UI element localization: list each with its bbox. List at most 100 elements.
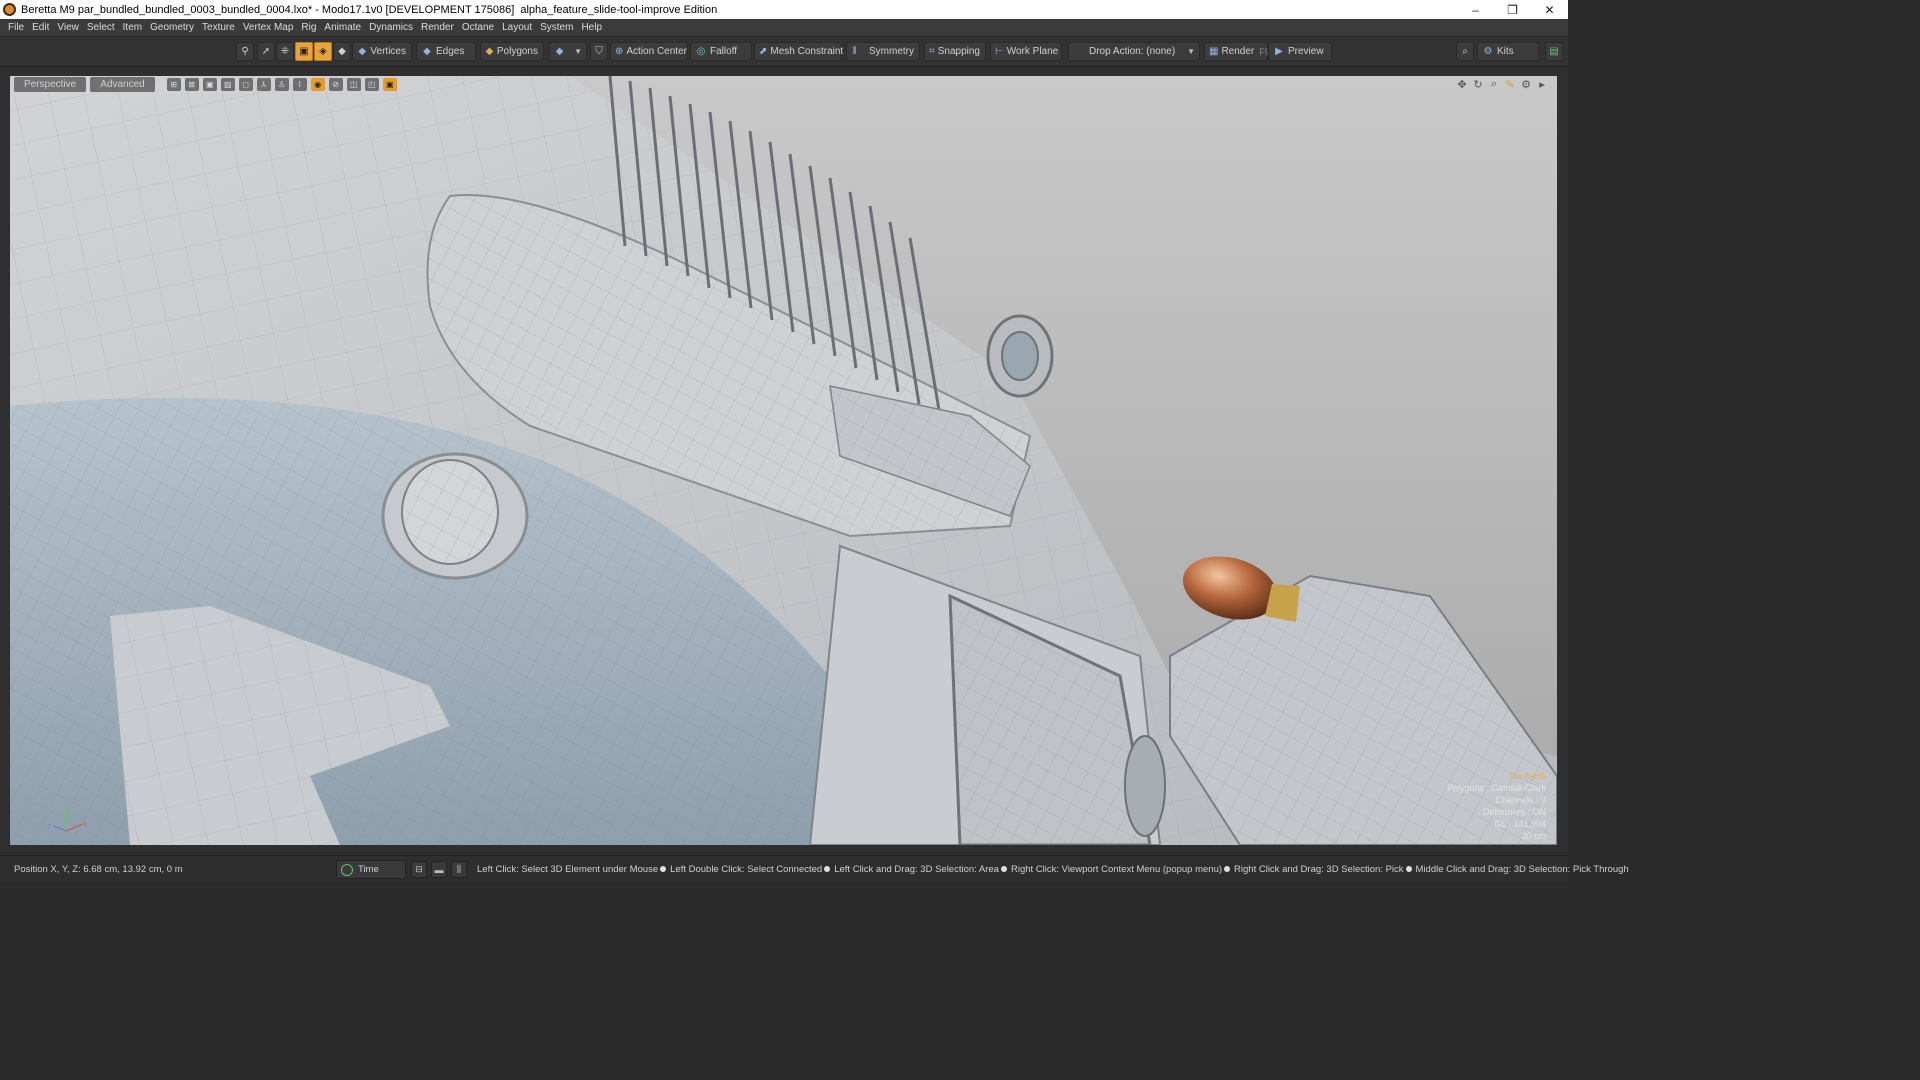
menu-animate[interactable]: Animate (320, 22, 365, 33)
edition-label: alpha_feature_slide-tool-improve Edition (520, 3, 718, 16)
render-overlay-icon[interactable]: ▣ (382, 78, 397, 91)
vertex-icon: ◆ (358, 46, 367, 57)
render-button[interactable]: ▦ Render F9 (1204, 42, 1270, 61)
hatch-icon[interactable]: ▨ (220, 78, 235, 91)
rotate-icon[interactable]: ↻ (1471, 77, 1485, 91)
timeline-icon[interactable]: ⊟ (411, 861, 427, 878)
menu-vertex-map[interactable]: Vertex Map (239, 22, 298, 33)
vertices-button[interactable]: ◆ Vertices (352, 42, 412, 61)
hint-right-drag: Right Click and Drag: 3D Selection: Pick (1234, 864, 1404, 875)
axis-icon[interactable]: ⅄ (256, 78, 271, 91)
preview-button[interactable]: ▶ Preview (1268, 42, 1332, 61)
select-auto-icon[interactable]: ➚ (257, 42, 275, 61)
pivot-mode-icon[interactable]: ◆ (333, 42, 351, 61)
menu-select[interactable]: Select (83, 22, 119, 33)
figure-icon[interactable]: ♙ (274, 78, 289, 91)
work-plane-button[interactable]: ⊢ Work Plane (990, 42, 1062, 61)
select-items-icon[interactable]: ⁜ (276, 42, 294, 61)
title-bar: Beretta M9 par_bundled_bundled_0003_bund… (0, 0, 1568, 19)
layout-toggle-icon[interactable]: ▤ (1545, 42, 1563, 61)
drop-action-dropdown[interactable]: Drop Action: (none) ▼ (1068, 42, 1200, 61)
frame-icon[interactable]: ◻ (238, 78, 253, 91)
menu-view[interactable]: View (53, 22, 83, 33)
cursor-position-readout: Position X, Y, Z: 6.68 cm, 13.92 cm, 0 m (14, 864, 183, 875)
close-button[interactable]: ✕ (1531, 0, 1568, 19)
edge-icon: ◆ (423, 46, 431, 57)
wireframe-icon[interactable]: ⊠ (184, 78, 199, 91)
minimize-button[interactable]: – (1457, 0, 1494, 19)
window-controls: – ❐ ✕ (1457, 0, 1568, 19)
pan-icon[interactable]: ✥ (1455, 77, 1469, 91)
bullet-icon (1000, 866, 1007, 873)
cube-icon: ▣ (299, 46, 309, 57)
axis-gizmo-icon: y x z (48, 805, 88, 832)
chevron-down-icon: ▼ (1187, 47, 1195, 56)
polygons-button[interactable]: ◆ Polygons (480, 42, 544, 61)
render-icon: ▦ (1209, 46, 1219, 57)
shield-gear-icon: ⛉ (595, 46, 603, 57)
menu-render[interactable]: Render (417, 22, 458, 33)
mesh-icon: ◆ (555, 46, 564, 57)
hint-left-click: Left Click: Select 3D Element under Mous… (477, 864, 659, 875)
hint-right-click: Right Click: Viewport Context Menu (popu… (1010, 864, 1223, 875)
hint-left-double-click: Left Double Click: Select Connected (670, 864, 823, 875)
edges-button[interactable]: ◆ Edges (416, 42, 476, 61)
selection-type-dropdown[interactable]: ◆ ▼ (549, 42, 587, 61)
menu-item[interactable]: Item (119, 22, 146, 33)
select-mode-active-icon[interactable]: ▣ (295, 42, 313, 61)
search-button[interactable]: ⌕ (1456, 42, 1474, 61)
overlay-icon[interactable]: ◰ (364, 78, 379, 91)
svg-text:y: y (64, 805, 68, 812)
constraint-icon: ⬈ (759, 46, 768, 57)
menu-help[interactable]: Help (577, 22, 606, 33)
menu-edit[interactable]: Edit (28, 22, 53, 33)
menu-system[interactable]: System (536, 22, 577, 33)
menu-texture[interactable]: Texture (198, 22, 239, 33)
tab-advanced[interactable]: Advanced (90, 77, 155, 92)
split-icon[interactable]: ⫼ (451, 861, 467, 878)
no-icon[interactable]: ⊘ (328, 78, 343, 91)
menu-geometry[interactable]: Geometry (146, 22, 198, 33)
mesh-constraint-button[interactable]: ⬈ Mesh Constraint (754, 42, 843, 61)
modo-app-icon[interactable] (3, 3, 16, 16)
pistol-model-render (10, 76, 1557, 845)
menu-rig[interactable]: Rig (297, 22, 320, 33)
polygon-icon: ◆ (485, 46, 494, 57)
panel-icon: ▤ (1549, 46, 1559, 57)
layout-icon[interactable]: ▬ (431, 861, 447, 878)
symmetry-shield-icon[interactable]: ⛉ (590, 42, 608, 61)
transform-tool-icon[interactable]: ⚲ (236, 42, 254, 61)
menu-dynamics[interactable]: Dynamics (365, 22, 417, 33)
kits-button[interactable]: ⚙ Kits (1477, 42, 1539, 61)
pivot-icon: ◆ (338, 46, 346, 57)
time-button[interactable]: Time (336, 860, 406, 879)
falloff-button[interactable]: ◎ Falloff (690, 42, 752, 61)
restore-button[interactable]: ❐ (1494, 0, 1531, 19)
camera-icon[interactable]: ◫ (346, 78, 361, 91)
menu-octane[interactable]: Octane (458, 22, 498, 33)
tab-perspective[interactable]: Perspective (14, 77, 87, 92)
status-bar: Position X, Y, Z: 6.68 cm, 13.92 cm, 0 m… (0, 855, 1629, 882)
gear-icon[interactable]: ⚙ (1519, 77, 1533, 91)
snapping-button[interactable]: ⌗ Snapping (924, 42, 986, 61)
action-center-button[interactable]: ⊕ Action Center (610, 42, 688, 61)
selection-highlight-icon[interactable]: ◉ (310, 78, 325, 91)
chevron-right-icon[interactable]: ▸ (1535, 77, 1549, 91)
menu-layout[interactable]: Layout (498, 22, 536, 33)
symmetry-icon: ⫴ (852, 46, 857, 57)
solid-icon[interactable]: ▣ (202, 78, 217, 91)
main-toolbar: ⚲ ➚ ⁜ ▣ ◈ ◆ ◆ Vertices ◆ Edges ◆ Polygons ◆… (0, 37, 1568, 67)
3d-viewport[interactable] (10, 76, 1557, 845)
light-icon[interactable]: ⅼ (292, 78, 307, 91)
work-plane-icon: ⊢ (995, 46, 1004, 57)
material-mode-icon[interactable]: ◈ (314, 42, 332, 61)
grid-icon[interactable]: ⊞ (166, 78, 181, 91)
zoom-icon[interactable]: ⌕ (1487, 77, 1501, 91)
hint-left-drag: Left Click and Drag: 3D Selection: Area (834, 864, 999, 875)
info-channels: Channels : 0 (1495, 795, 1546, 805)
menu-file[interactable]: File (4, 22, 28, 33)
document-title: Beretta M9 par_bundled_bundled_0003_bund… (21, 3, 515, 16)
symmetry-button[interactable]: ⫴ Symmetry (846, 42, 920, 61)
figure-icon: ⚲ (241, 46, 249, 57)
paint-icon[interactable]: ✎ (1503, 77, 1517, 91)
